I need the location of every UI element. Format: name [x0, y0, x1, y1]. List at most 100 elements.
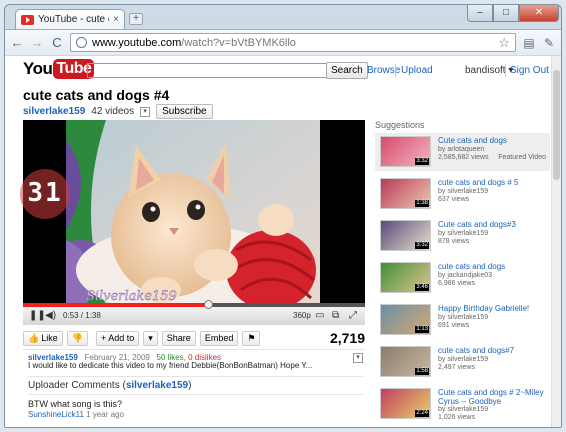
close-window-button[interactable]: ✕ — [519, 5, 559, 22]
browser-window: YouTube - cute cats and... × + – □ ✕ ← →… — [4, 4, 562, 428]
pause-icon[interactable]: ❚❚ — [29, 310, 46, 322]
divider — [28, 376, 363, 377]
like-button[interactable]: 👍 Like — [23, 330, 63, 346]
suggestion-title[interactable]: Cute cats and dogs # 2~Miley Cyrus -- Go… — [438, 388, 546, 406]
video-title: cute cats and dogs #4 — [23, 87, 170, 103]
comments-heading-user[interactable]: silverlake159 — [126, 380, 188, 391]
search-input[interactable] — [87, 63, 327, 78]
subscribe-button[interactable]: Subscribe — [156, 104, 213, 119]
share-button[interactable]: Share — [161, 330, 196, 346]
add-to-dropdown[interactable]: ▾ — [143, 330, 158, 346]
suggestion-author: by silverlake159 — [438, 230, 489, 237]
video-frame[interactable]: Silverlake159 — [66, 120, 320, 306]
suggestion-item[interactable]: 2:24 Cute cats and dogs # 2~Miley Cyrus -… — [375, 385, 550, 423]
upload-link[interactable]: Upload — [401, 65, 433, 76]
suggestion-views: 6,986 views — [438, 280, 475, 287]
comments-heading-suffix: ) — [188, 380, 192, 391]
suggestion-item[interactable]: 1:13 Happy Birthday Gabrielle! by silverla… — [375, 301, 550, 339]
tab-title: YouTube - cute cats and... — [38, 14, 109, 25]
suggestion-thumbnail[interactable]: 3:46 — [380, 262, 431, 293]
video-description: I would like to dedicate this video to m… — [28, 361, 313, 370]
uploader-link[interactable]: silverlake159 — [23, 106, 85, 117]
suggestion-title[interactable]: cute cats and dogs — [438, 262, 546, 271]
add-to-button[interactable]: + Add to — [95, 330, 140, 346]
page-viewport: You Tube Search Browse Upload bandisoft … — [5, 56, 561, 427]
youtube-header: You Tube Search Browse Upload bandisoft … — [5, 56, 550, 84]
comment-author-link[interactable]: SunshineLick11 — [28, 410, 84, 419]
maximize-button[interactable]: □ — [493, 5, 519, 22]
like-label: Like — [41, 332, 58, 343]
suggestion-title[interactable]: Cute cats and dogs — [438, 136, 546, 145]
tab-close-icon[interactable]: × — [113, 14, 119, 25]
quality-selector[interactable]: 360p — [293, 311, 311, 320]
thumbs-up-icon: 👍 — [28, 332, 40, 343]
video-player[interactable]: Silverlake159 ❚❚ ◀) 0:53 / 1:38 360p ▭ ⧉… — [23, 120, 365, 325]
suggestion-title[interactable]: Cute cats and dogs#3 — [438, 220, 546, 229]
flag-button[interactable]: ⚑ — [242, 330, 261, 346]
url-path: /watch?v=bVtBYMK6llo — [181, 36, 296, 49]
expand-description-icon[interactable]: ▾ — [353, 353, 363, 363]
username-menu[interactable]: bandisoft ▾ — [465, 65, 513, 76]
progress-bar[interactable] — [23, 300, 365, 309]
widescreen-icon[interactable]: ▭ — [315, 310, 324, 322]
header-divider — [395, 64, 396, 77]
suggestion-item[interactable]: 1:38 cute cats and dogs # 5 by silverlake1… — [375, 175, 550, 213]
suggestion-item[interactable]: 3:46 cute cats and dogs by jackandjake03 6,… — [375, 259, 550, 297]
thumbs-down-icon: 👎 — [71, 332, 83, 343]
recording-counter-overlay: 31 — [20, 169, 70, 219]
suggestion-thumbnail[interactable]: 1:13 — [380, 304, 431, 335]
logo-you: You — [23, 59, 53, 78]
suggestion-views: 2,585,682 views — [438, 154, 489, 161]
popout-icon[interactable]: ⧉ — [332, 310, 339, 322]
suggestion-item[interactable]: 1:58 cute cats and dogs#7 by silverlake159… — [375, 343, 550, 381]
player-controls: ❚❚ ◀) 0:53 / 1:38 360p ▭ ⧉ ⤢ — [23, 300, 365, 325]
suggestion-thumbnail[interactable]: 2:24 — [380, 388, 431, 419]
embed-button[interactable]: Embed — [199, 330, 239, 346]
suggestion-thumbnail[interactable]: 1:58 — [380, 346, 431, 377]
progress-knob[interactable] — [203, 300, 213, 309]
fullscreen-icon[interactable]: ⤢ — [349, 310, 357, 322]
suggestion-title[interactable]: Happy Birthday Gabrielle! — [438, 304, 546, 313]
timecode: 0:53 / 1:38 — [63, 311, 101, 320]
url-text[interactable]: www.youtube.com/watch?v=bVtBYMK6llo — [92, 37, 493, 49]
video-watermark: Silverlake159 — [86, 289, 177, 304]
suggestion-item[interactable]: 3:32 Cute cats and dogs#3 by silverlake159… — [375, 217, 550, 255]
comment-age: 1 year ago — [86, 410, 124, 419]
volume-icon[interactable]: ◀) — [45, 310, 56, 322]
page-menu-icon[interactable]: ▤ — [522, 36, 536, 50]
new-tab-button[interactable]: + — [129, 13, 143, 25]
youtube-logo[interactable]: You Tube — [23, 59, 95, 79]
videos-dropdown-icon[interactable]: ▾ — [140, 106, 151, 117]
address-bar[interactable]: www.youtube.com/watch?v=bVtBYMK6llo ☆ — [70, 33, 516, 52]
suggestion-title[interactable]: cute cats and dogs#7 — [438, 346, 546, 355]
wrench-icon[interactable]: ✎ — [542, 36, 556, 50]
scrollbar-thumb[interactable] — [553, 70, 560, 180]
suggestion-thumbnail[interactable]: 3:32 — [380, 220, 431, 251]
bookmark-star-icon[interactable]: ☆ — [498, 35, 510, 51]
suggestion-author: by arlotaqueen — [438, 146, 485, 153]
minimize-button[interactable]: – — [467, 5, 493, 22]
search-button[interactable]: Search — [326, 62, 368, 79]
suggestion-views: 691 views — [438, 322, 470, 329]
divider — [23, 349, 365, 350]
page-scrollbar[interactable] — [551, 56, 561, 427]
suggestion-duration: 3:32 — [415, 158, 429, 165]
suggestion-duration: 1:38 — [415, 200, 429, 207]
suggestion-thumbnail[interactable]: 3:32 — [380, 136, 431, 167]
suggestion-thumbnail[interactable]: 1:38 — [380, 178, 431, 209]
suggestion-duration: 1:58 — [415, 368, 429, 375]
comment-text: BTW what song is this? — [28, 399, 123, 409]
dislike-button[interactable]: 👎 — [66, 330, 88, 346]
sign-out-link[interactable]: Sign Out — [510, 65, 549, 76]
suggestion-item[interactable]: 3:32 Cute cats and dogs by arlotaqueen 2,58… — [375, 133, 550, 171]
suggestion-views: 878 views — [438, 238, 470, 245]
divider — [28, 394, 363, 395]
add-to-label: Add to — [108, 332, 135, 343]
back-icon[interactable]: ← — [10, 35, 24, 50]
featured-video-label: Featured Video — [498, 154, 546, 161]
suggestion-title[interactable]: cute cats and dogs # 5 — [438, 178, 546, 187]
forward-icon[interactable]: → — [30, 35, 44, 50]
reload-icon[interactable]: C — [50, 35, 64, 50]
title-bar: YouTube - cute cats and... × + – □ ✕ — [5, 5, 561, 29]
browser-tab[interactable]: YouTube - cute cats and... × — [15, 9, 125, 29]
